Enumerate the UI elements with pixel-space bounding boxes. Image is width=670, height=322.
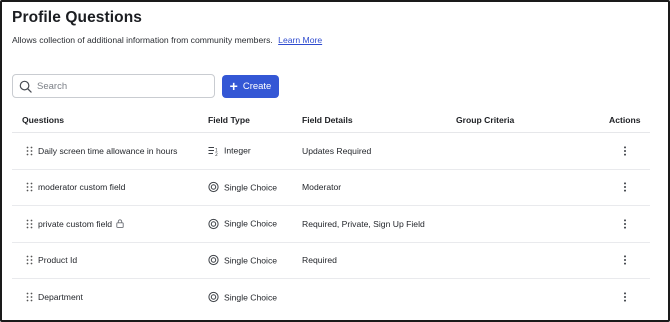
field-type-cell: Single Choice	[208, 292, 277, 303]
lock-icon	[116, 219, 124, 229]
field-type-text: Single Choice	[224, 182, 278, 193]
table-row[interactable]: Daily screen time allowance in hours 1 2 In…	[12, 133, 650, 170]
field-type-cell: Single Choice	[208, 182, 277, 193]
drag-handle-icon[interactable]	[26, 219, 33, 229]
question-cell[interactable]: Daily screen time allowance in hours	[38, 146, 177, 156]
question-text: private custom field	[38, 218, 113, 229]
more-actions-icon[interactable]	[623, 219, 627, 229]
question-cell[interactable]: private custom field	[38, 219, 124, 229]
single-choice-icon	[208, 218, 219, 229]
more-actions-icon[interactable]	[623, 255, 627, 265]
question-cell[interactable]: moderator custom field	[38, 182, 125, 192]
create-button[interactable]: + Create	[222, 75, 279, 98]
field-type-cell: 1 2 Integer	[208, 145, 251, 156]
search-box[interactable]	[12, 74, 215, 98]
table-header: Questions Field Type Field Details Group…	[12, 108, 650, 133]
column-header-questions[interactable]: Questions	[22, 115, 64, 125]
more-actions-icon[interactable]	[623, 292, 627, 302]
drag-handle-icon[interactable]	[26, 146, 33, 156]
question-cell[interactable]: Department	[38, 292, 83, 302]
field-details-cell: Required, Private, Sign Up Field	[302, 218, 425, 229]
field-type-text: Single Choice	[224, 218, 278, 229]
drag-handle-icon[interactable]	[26, 182, 33, 192]
column-header-field-type[interactable]: Field Type	[208, 115, 250, 125]
svg-text:2: 2	[215, 152, 218, 157]
field-details-cell: Moderator	[302, 182, 342, 193]
field-details-cell: Updates Required	[302, 145, 372, 156]
page-description: Allows collection of additional informat…	[12, 35, 322, 45]
table-body: Daily screen time allowance in hours 1 2 In…	[12, 133, 650, 316]
single-choice-icon	[208, 255, 219, 266]
drag-handle-icon[interactable]	[26, 292, 33, 302]
question-text: Department	[38, 292, 83, 303]
field-type-text: Single Choice	[224, 292, 278, 303]
questions-table: Questions Field Type Field Details Group…	[12, 108, 650, 316]
more-actions-icon[interactable]	[623, 146, 627, 156]
search-input[interactable]	[37, 80, 207, 92]
field-type-text: Integer	[224, 145, 251, 156]
single-choice-icon	[208, 182, 219, 193]
question-text: moderator custom field	[38, 182, 126, 193]
field-details-cell: Required	[302, 255, 337, 266]
plus-icon: +	[229, 78, 238, 94]
table-row[interactable]: private custom field Single Choice Require…	[12, 206, 650, 243]
learn-more-link[interactable]: Learn More	[278, 35, 322, 45]
single-choice-icon	[208, 292, 219, 303]
field-type-cell: Single Choice	[208, 218, 277, 229]
description-text: Allows collection of additional informat…	[12, 35, 273, 45]
question-cell[interactable]: Product Id	[38, 255, 77, 265]
more-actions-icon[interactable]	[623, 182, 627, 192]
column-header-actions: Actions	[609, 115, 641, 125]
table-row[interactable]: Department Single Choice	[12, 279, 650, 316]
page-title: Profile Questions	[12, 9, 143, 26]
table-row[interactable]: moderator custom field Single Choice Moder…	[12, 170, 650, 206]
integer-icon: 12	[208, 146, 218, 157]
table-row[interactable]: Product Id Single Choice Required	[12, 243, 650, 279]
question-text: Product Id	[38, 255, 78, 266]
search-icon	[19, 80, 32, 93]
column-header-group-criteria[interactable]: Group Criteria	[456, 115, 514, 125]
column-header-field-details[interactable]: Field Details	[302, 115, 353, 125]
field-type-cell: Single Choice	[208, 255, 277, 266]
page-frame: Profile Questions Allows collection of a…	[0, 0, 670, 322]
drag-handle-icon[interactable]	[26, 255, 33, 265]
field-type-text: Single Choice	[224, 255, 278, 266]
question-text: Daily screen time allowance in hours	[38, 145, 178, 156]
create-button-label: Create	[242, 81, 272, 92]
